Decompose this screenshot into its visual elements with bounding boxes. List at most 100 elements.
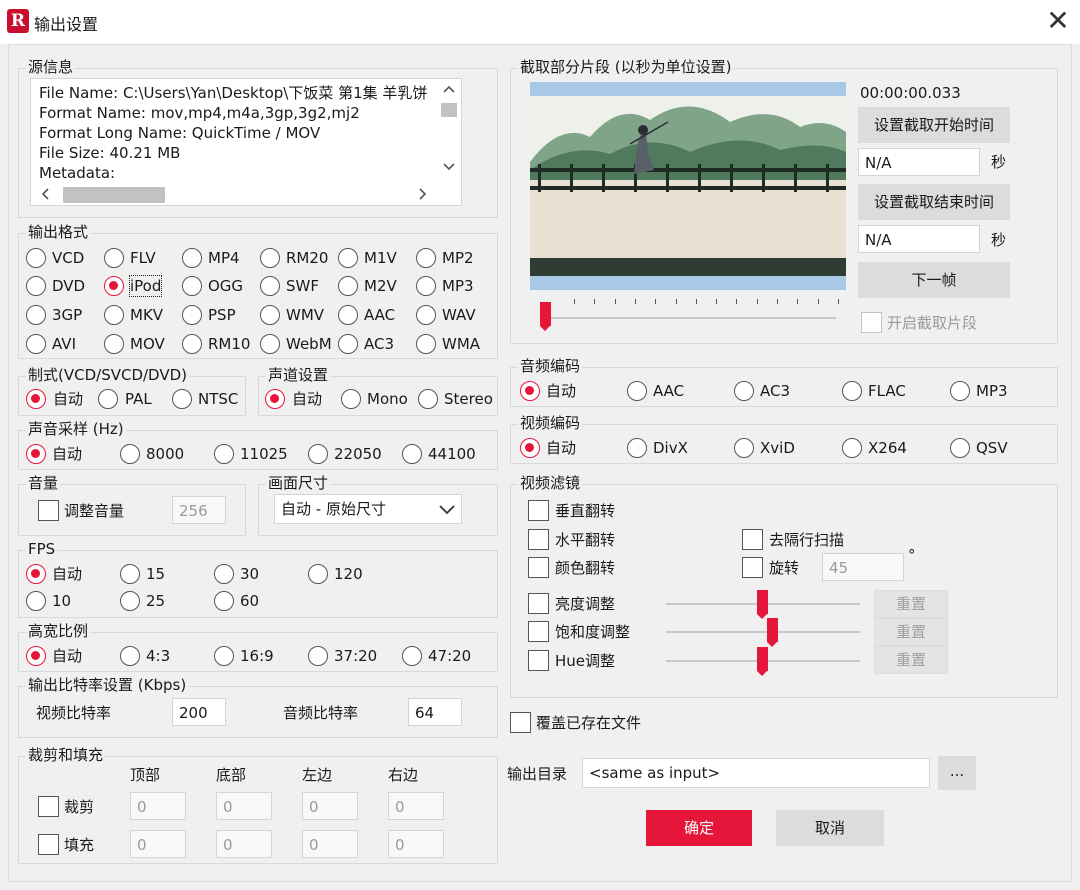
brightness-reset-button[interactable]: 重置 <box>874 590 948 618</box>
enable-clip-checkbox[interactable] <box>861 312 882 333</box>
format-m2v-radio[interactable] <box>338 276 358 296</box>
fps-60-radio[interactable] <box>214 591 234 611</box>
fps-30-radio[interactable] <box>214 564 234 584</box>
audio-bitrate-input[interactable]: 64 <box>408 698 462 726</box>
browse-button[interactable]: ... <box>938 756 976 790</box>
overwrite-checkbox[interactable] <box>510 712 531 733</box>
system-pal-radio[interactable] <box>98 389 118 409</box>
adjust-volume-checkbox[interactable] <box>38 500 59 521</box>
fps-15-radio[interactable] <box>120 564 140 584</box>
format-wmv-radio[interactable] <box>260 305 280 325</box>
clip-end-input[interactable]: N/A <box>858 225 980 253</box>
channel-auto-radio[interactable] <box>265 389 285 409</box>
pad-top-input[interactable]: 0 <box>130 830 186 858</box>
rotate-checkbox[interactable] <box>742 557 763 578</box>
sample-22050-radio[interactable] <box>308 444 328 464</box>
format-mov-radio[interactable] <box>104 334 124 354</box>
video-bitrate-input[interactable]: 200 <box>172 698 226 726</box>
saturation-checkbox[interactable] <box>528 621 549 642</box>
volume-input[interactable]: 256 <box>172 496 226 524</box>
format-ipod-radio[interactable] <box>104 276 124 296</box>
sample-8000-radio[interactable] <box>120 444 140 464</box>
cancel-button[interactable]: 取消 <box>776 810 884 846</box>
format-dvd-radio[interactable] <box>26 276 46 296</box>
clip-slider-track[interactable] <box>540 317 836 319</box>
crop-bottom-input[interactable]: 0 <box>216 792 272 820</box>
chevron-down-icon[interactable] <box>439 505 455 515</box>
format-flv-radio[interactable] <box>104 248 124 268</box>
scrollbar-thumb[interactable] <box>63 187 165 203</box>
audio-codec-ac3-radio[interactable] <box>734 381 754 401</box>
aspect-47-20-radio[interactable] <box>402 646 422 666</box>
crop-right-input[interactable]: 0 <box>388 792 444 820</box>
format-mp3-radio[interactable] <box>416 276 436 296</box>
sample-44100-radio[interactable] <box>402 444 422 464</box>
audio-codec-mp3-radio[interactable] <box>950 381 970 401</box>
clip-start-input[interactable]: N/A <box>858 148 980 176</box>
format-mp2-radio[interactable] <box>416 248 436 268</box>
scrollbar-thumb[interactable] <box>441 103 457 117</box>
format-avi-radio[interactable] <box>26 334 46 354</box>
next-frame-button[interactable]: 下一帧 <box>858 262 1010 298</box>
crop-top-input[interactable]: 0 <box>130 792 186 820</box>
audio-codec-flac-radio[interactable] <box>842 381 862 401</box>
fps-25-radio[interactable] <box>120 591 140 611</box>
sample-auto-radio[interactable] <box>26 444 46 464</box>
sample-11025-radio[interactable] <box>214 444 234 464</box>
brightness-checkbox[interactable] <box>528 593 549 614</box>
format-rm10-radio[interactable] <box>182 334 202 354</box>
color-invert-checkbox[interactable] <box>528 557 549 578</box>
hue-reset-button[interactable]: 重置 <box>874 646 948 674</box>
format-m1v-radio[interactable] <box>338 248 358 268</box>
saturation-slider-track[interactable] <box>666 631 860 633</box>
chevron-left-icon[interactable] <box>41 188 49 200</box>
rotate-input[interactable]: 45 <box>822 553 904 581</box>
format-wma-radio[interactable] <box>416 334 436 354</box>
format-ac3-radio[interactable] <box>338 334 358 354</box>
format-ogg-radio[interactable] <box>182 276 202 296</box>
clip-slider-thumb[interactable] <box>540 302 551 331</box>
video-codec-xvid-radio[interactable] <box>734 438 754 458</box>
format-aac-radio[interactable] <box>338 305 358 325</box>
format-vcd-radio[interactable] <box>26 248 46 268</box>
aspect-37-20-radio[interactable] <box>308 646 328 666</box>
vflip-checkbox[interactable] <box>528 500 549 521</box>
set-start-button[interactable]: 设置截取开始时间 <box>858 107 1010 143</box>
format-wav-radio[interactable] <box>416 305 436 325</box>
audio-codec-aac-radio[interactable] <box>627 381 647 401</box>
set-end-button[interactable]: 设置截取结束时间 <box>858 184 1010 220</box>
chevron-down-icon[interactable] <box>443 163 455 171</box>
system-auto-radio[interactable] <box>26 389 46 409</box>
format-psp-radio[interactable] <box>182 305 202 325</box>
format-mp4-radio[interactable] <box>182 248 202 268</box>
horizontal-scrollbar[interactable] <box>31 183 437 205</box>
saturation-slider-thumb[interactable] <box>766 618 778 647</box>
aspect-auto-radio[interactable] <box>26 646 46 666</box>
channel-mono-radio[interactable] <box>341 389 361 409</box>
crop-left-input[interactable]: 0 <box>302 792 358 820</box>
fps-120-radio[interactable] <box>308 564 328 584</box>
pad-right-input[interactable]: 0 <box>388 830 444 858</box>
format-3gp-radio[interactable] <box>26 305 46 325</box>
brightness-slider-thumb[interactable] <box>757 590 768 619</box>
pad-checkbox[interactable] <box>38 834 59 855</box>
aspect-16-9-radio[interactable] <box>214 646 234 666</box>
vertical-scrollbar[interactable] <box>437 79 461 183</box>
hue-slider-thumb[interactable] <box>757 647 768 676</box>
fps-10-radio[interactable] <box>26 591 46 611</box>
channel-stereo-radio[interactable] <box>418 389 438 409</box>
hflip-checkbox[interactable] <box>528 529 549 550</box>
chevron-up-icon[interactable] <box>443 85 455 93</box>
pad-bottom-input[interactable]: 0 <box>216 830 272 858</box>
video-codec-auto-radio[interactable] <box>520 438 540 458</box>
video-codec-qsv-radio[interactable] <box>950 438 970 458</box>
frame-size-select[interactable]: 自动 - 原始尺寸 <box>274 494 462 524</box>
chevron-right-icon[interactable] <box>419 188 427 200</box>
aspect-4-3-radio[interactable] <box>120 646 140 666</box>
crop-checkbox[interactable] <box>38 796 59 817</box>
saturation-reset-button[interactable]: 重置 <box>874 618 948 646</box>
hue-checkbox[interactable] <box>528 650 549 671</box>
format-swf-radio[interactable] <box>260 276 280 296</box>
ok-button[interactable]: 确定 <box>646 810 752 846</box>
system-ntsc-radio[interactable] <box>172 389 192 409</box>
